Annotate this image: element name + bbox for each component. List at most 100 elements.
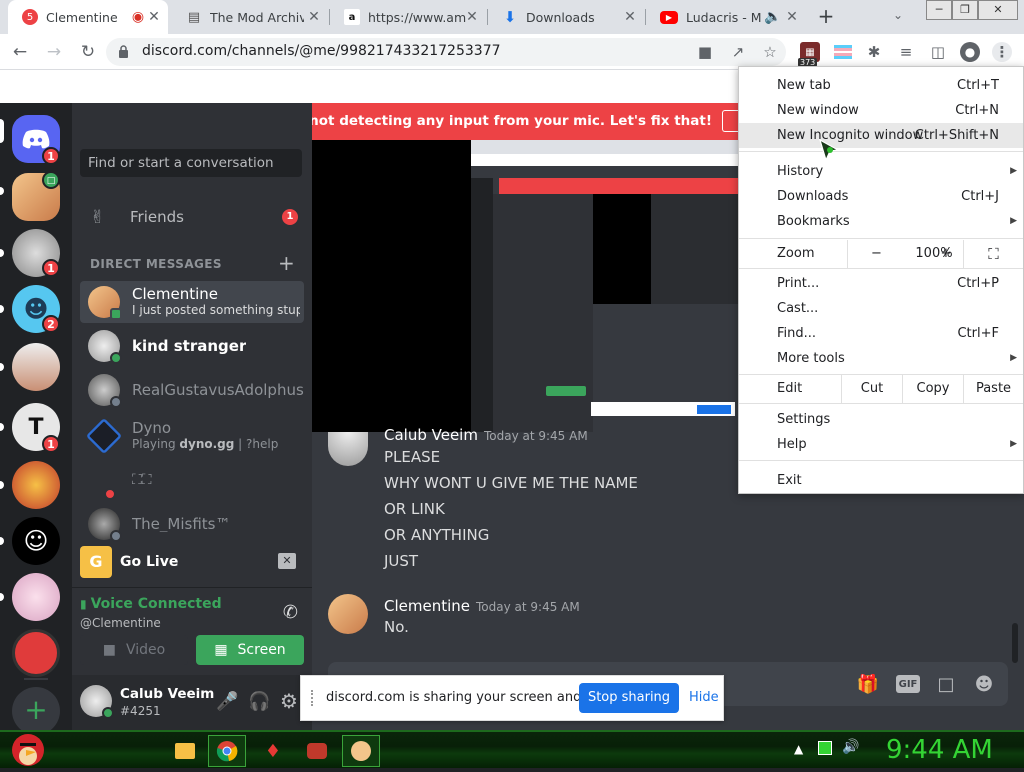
emoji-icon[interactable]: ☻ [972,672,996,696]
gift-icon[interactable]: 🎁 [856,672,880,696]
network-icon[interactable] [818,741,832,755]
friends-nav-item[interactable]: ✌ Friends 1 [80,199,304,235]
menu-separator [739,268,1023,269]
go-live-panel[interactable]: G Go Live ✕ [80,545,304,579]
zoom-in-button[interactable]: + [929,240,963,268]
tab-mod-archive[interactable]: ▤ The Mod Archive ✕ [172,0,328,34]
minimize-button[interactable]: ─ [926,0,952,20]
trollface-server-icon[interactable]: ☺ [12,517,60,565]
disconnect-call-icon[interactable]: ✆ [283,602,298,623]
hide-button[interactable]: Hide [689,690,719,705]
author-avatar[interactable] [328,432,368,466]
stream-video[interactable] [312,140,738,432]
maximize-button[interactable]: ❐ [952,0,978,20]
gif-icon[interactable]: GIF [896,675,920,693]
taskbar-app[interactable] [298,735,336,767]
tab-downloads[interactable]: ⬇ Downloads ✕ [488,0,644,34]
microphone-icon[interactable]: 🎤 [216,691,238,712]
stop-sharing-button[interactable]: Stop sharing [579,683,679,713]
puzzle-extensions-icon[interactable]: ✱ [864,42,884,62]
video-button[interactable]: ■ Video [80,635,188,665]
menu-item-find[interactable]: Find... Ctrl+F [739,321,1023,346]
system-clock[interactable]: 9:44 AM [886,732,993,768]
close-window-button[interactable]: ✕ [978,0,1018,20]
side-panel-icon[interactable]: ◫ [928,42,948,62]
menu-item-cast[interactable]: Cast... [739,296,1023,321]
new-tab-button[interactable]: + [815,6,837,28]
forward-button[interactable]: → [42,41,66,63]
menu-item-downloads[interactable]: Downloads Ctrl+J [739,184,1023,209]
camera-icon[interactable]: ■ [695,42,715,62]
menu-item-help[interactable]: Help ▶ [739,432,1023,457]
dm-item-clementine[interactable]: ClementineI just posted something stupid… [80,281,304,323]
server-icon[interactable] [12,573,60,621]
paste-button[interactable]: Paste [963,375,1023,403]
menu-item-new-incognito-window[interactable]: New Incognito window Ctrl+Shift+N [739,123,1023,148]
message-author[interactable]: Calub Veeim [384,426,478,444]
taskbar-discord[interactable] [342,735,380,767]
stream-screen-icon[interactable]: ✕ [278,553,296,569]
tab-search-chevron-icon[interactable]: ⌄ [893,8,903,22]
menu-item-new-tab[interactable]: New tab Ctrl+T [739,73,1023,98]
menu-label: Edit [777,381,803,396]
server-icon[interactable] [12,629,60,677]
tab-close-icon[interactable]: ✕ [464,9,480,25]
banner-action-button[interactable] [722,110,738,132]
tab-close-icon[interactable]: ✕ [146,9,162,25]
address-bar[interactable]: discord.com/channels/@me/998217433217253… [106,38,786,66]
tab-amazon[interactable]: a https://www.amaz ✕ [330,0,486,34]
tray-expand-icon[interactable]: ▲ [794,742,803,756]
flag-extension-icon[interactable] [833,42,853,62]
drag-handle-icon[interactable] [311,690,314,706]
tab-close-icon[interactable]: ✕ [622,9,638,25]
dm-item-kind-stranger[interactable]: kind stranger [80,325,304,367]
server-icon[interactable] [12,461,60,509]
menu-item-new-window[interactable]: New window Ctrl+N [739,98,1023,123]
dm-item-realgustavusadolphus[interactable]: RealGustavusAdolphus [80,369,304,411]
tab-clementine[interactable]: 5 Clementine ◉ ✕ [8,0,168,34]
reload-button[interactable]: ↻ [76,41,100,63]
copy-button[interactable]: Copy [902,375,963,403]
dm-item-symbols[interactable]: ⛶⛶ [80,459,304,501]
zoom-out-button[interactable]: − [847,240,905,268]
dm-item-dyno[interactable]: Dyno Playing dyno.gg | ?help [80,415,304,457]
back-button[interactable]: ← [8,41,32,63]
search-input[interactable]: Find or start a conversation [80,149,302,177]
share-icon[interactable]: ↗ [728,42,748,62]
message-author[interactable]: Clementine [384,597,470,615]
create-dm-button[interactable]: + [278,251,295,275]
kebab-menu-icon[interactable]: ⋮ [992,42,1012,62]
tab-strip: 5 Clementine ◉ ✕ ▤ The Mod Archive ✕ a h… [0,0,1024,34]
menu-item-settings[interactable]: Settings [739,407,1023,432]
tab-close-icon[interactable]: ✕ [784,9,800,25]
tab-close-icon[interactable]: ✕ [306,9,322,25]
user-avatar[interactable] [80,685,114,719]
server-icon[interactable] [12,343,60,391]
start-button[interactable] [6,728,50,768]
media-controls-icon[interactable]: ≡ [896,42,916,62]
cut-button[interactable]: Cut [841,375,902,403]
volume-icon[interactable]: 🔊 [842,739,859,755]
taskbar-chrome[interactable] [208,735,246,767]
bookmark-star-icon[interactable]: ☆ [760,42,780,62]
taskbar-file-explorer[interactable] [166,735,204,767]
dm-item-the-misfits[interactable]: The_Misfits™ [80,503,304,545]
menu-item-history[interactable]: History ▶ [739,159,1023,184]
menu-item-exit[interactable]: Exit [739,468,1023,493]
message-line: WHY WONT U GIVE ME THE NAME [384,474,638,492]
chat-scrollbar[interactable] [1012,623,1018,663]
sticker-icon[interactable]: □ [934,672,958,696]
screen-share-button[interactable]: ▦ Screen [196,635,304,665]
audio-playing-icon[interactable]: 🔈 [764,9,781,25]
settings-gear-icon[interactable]: ⚙ [280,689,298,713]
menu-item-print[interactable]: Print... Ctrl+P [739,271,1023,296]
menu-item-more-tools[interactable]: More tools ▶ [739,346,1023,371]
profile-avatar-icon[interactable]: ● [960,42,980,62]
tab-ludacris[interactable]: ▶ Ludacris - Mo 🔈 ✕ [646,0,806,34]
unread-pill [0,593,4,601]
author-avatar[interactable] [328,594,368,634]
menu-item-bookmarks[interactable]: Bookmarks ▶ [739,209,1023,234]
fullscreen-icon[interactable]: ⛶ [963,240,1023,268]
taskbar-app[interactable]: ♦ [254,735,292,767]
headphones-icon[interactable]: 🎧 [248,691,270,712]
